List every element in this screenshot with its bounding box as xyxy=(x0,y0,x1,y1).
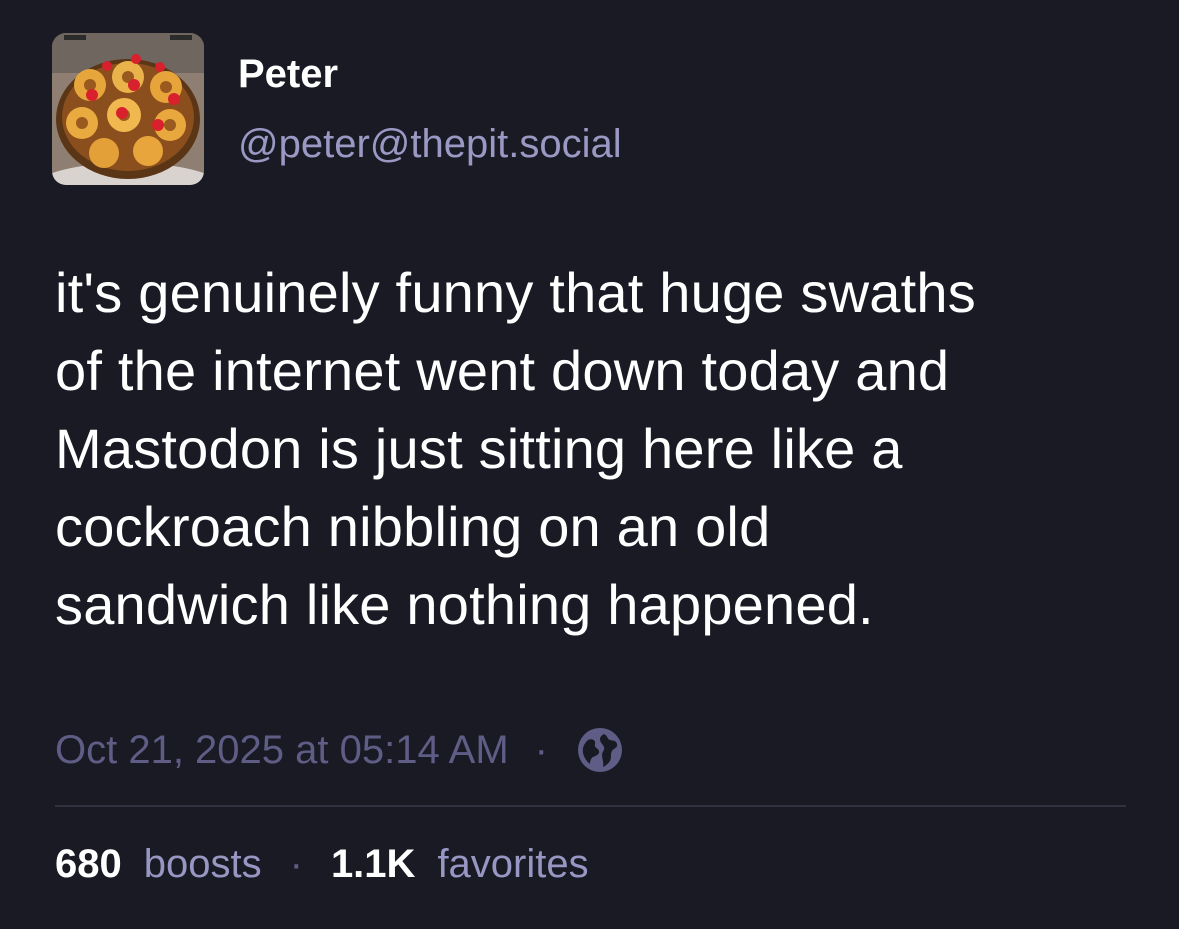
favorites-stat[interactable]: 1.1K favorites xyxy=(331,842,589,887)
post-text-line: of the internet went down today and xyxy=(55,339,950,402)
post-content: it's genuinely funny that huge swaths of… xyxy=(55,254,1135,644)
post-meta: Oct 21, 2025 at 05:14 AM · xyxy=(55,722,624,778)
post-text-line: it's genuinely funny that huge swaths xyxy=(55,261,976,324)
stats-separator: · xyxy=(289,841,303,886)
favorites-count: 1.1K xyxy=(330,841,416,886)
author-handle[interactable]: @peter@thepit.social xyxy=(238,120,622,168)
meta-separator: · xyxy=(534,727,548,772)
post-text-line: sandwich like nothing happened. xyxy=(55,573,874,636)
post-stats: 680 boosts · 1.1K favorites xyxy=(55,838,589,890)
boosts-stat[interactable]: 680 boosts xyxy=(55,842,262,887)
globe-icon[interactable] xyxy=(576,726,624,774)
divider xyxy=(55,805,1126,807)
author-display-name[interactable]: Peter xyxy=(238,50,338,98)
favorites-label: favorites xyxy=(437,841,589,886)
post-timestamp[interactable]: Oct 21, 2025 at 05:14 AM xyxy=(55,728,509,773)
post-detail: Peter @peter@thepit.social it's genuinel… xyxy=(0,0,1179,929)
cake-avatar-image xyxy=(52,33,204,185)
post-text-line: cockroach nibbling on an old xyxy=(55,495,771,558)
post-text-line: Mastodon is just sitting here like a xyxy=(55,417,903,480)
boosts-count: 680 xyxy=(55,841,122,886)
boosts-label: boosts xyxy=(143,841,262,886)
avatar[interactable] xyxy=(52,33,204,185)
